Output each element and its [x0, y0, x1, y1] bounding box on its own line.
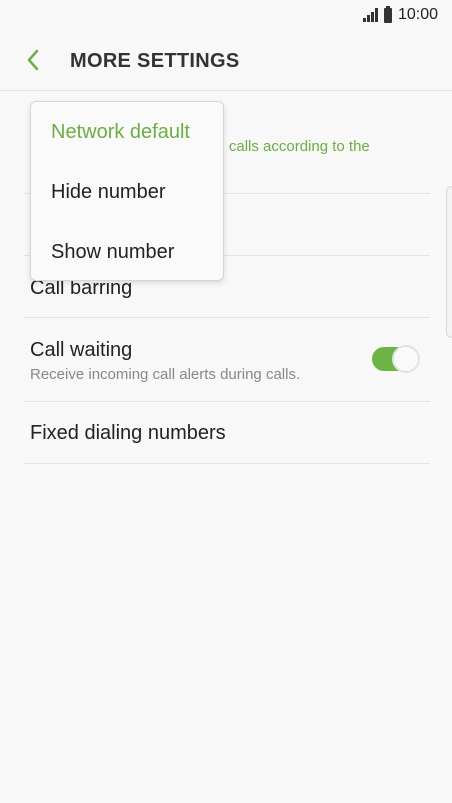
caller-id-dropdown: Network default Hide number Show number	[30, 101, 224, 281]
app-bar: MORE SETTINGS	[0, 32, 452, 91]
fixed-dialing-row[interactable]: Fixed dialing numbers	[24, 402, 430, 464]
status-time: 10:00	[397, 6, 438, 23]
fixed-dialing-label: Fixed dialing numbers	[30, 422, 226, 444]
back-button[interactable]	[22, 46, 46, 74]
battery-icon	[383, 5, 392, 23]
status-bar: 10:00	[0, 0, 452, 32]
call-waiting-row[interactable]: Call waiting Receive incoming call alert…	[24, 318, 430, 402]
option-show-number[interactable]: Show number	[51, 241, 174, 264]
option-network-default[interactable]: Network default	[51, 121, 190, 144]
call-waiting-label: Call waiting	[30, 339, 133, 361]
signal-icon	[362, 8, 378, 22]
back-arrow-icon	[27, 49, 39, 71]
call-waiting-subtitle: Receive incoming call alerts during call…	[30, 366, 301, 383]
toggle-knob	[392, 345, 420, 373]
edge-panel-handle[interactable]	[446, 186, 452, 338]
page-title: MORE SETTINGS	[70, 50, 240, 72]
call-waiting-toggle[interactable]	[372, 345, 420, 373]
caller-id-subtitle: ng calls according to the	[208, 138, 370, 155]
option-hide-number[interactable]: Hide number	[51, 181, 166, 204]
status-icons: 10:00	[362, 5, 438, 24]
